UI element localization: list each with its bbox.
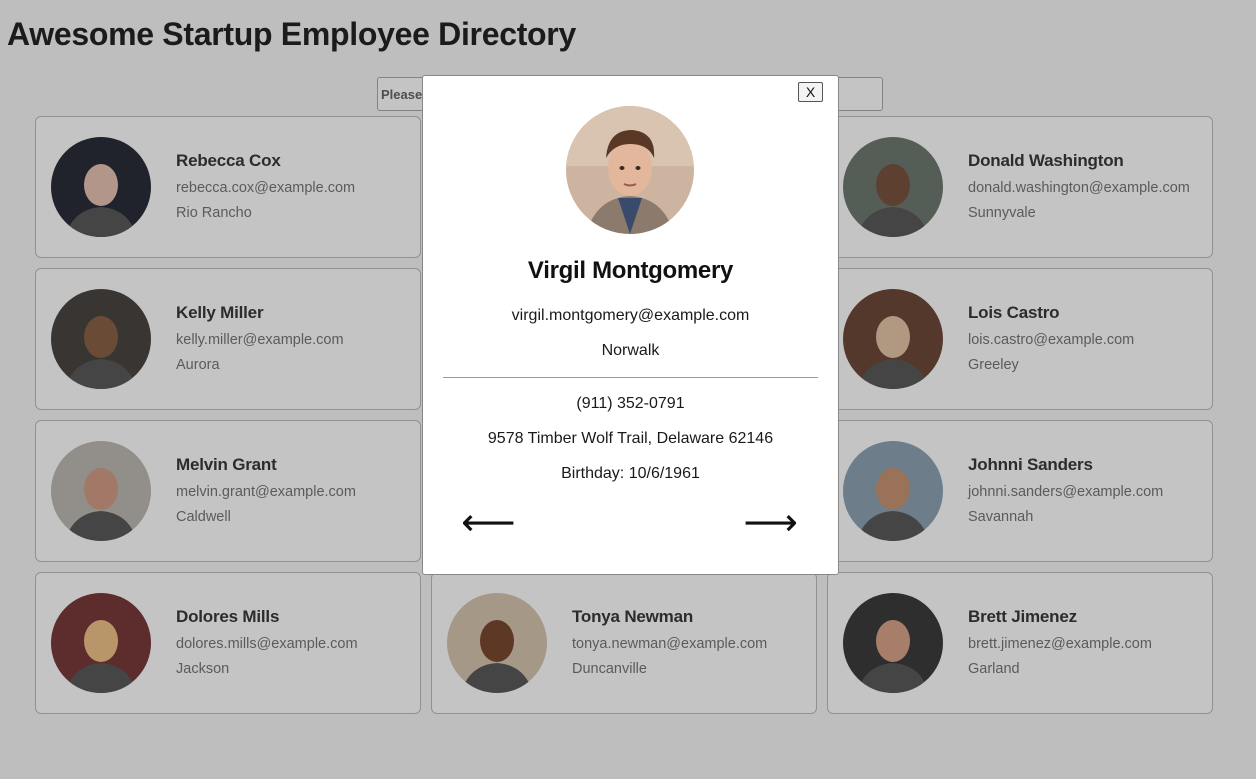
employee-modal: X Virgil Montgomery virgil.montgomery@ex… [422, 75, 839, 575]
prev-arrow-icon[interactable]: ⟵ [461, 503, 515, 541]
modal-city: Norwalk [601, 342, 660, 359]
close-button[interactable]: X [798, 82, 823, 102]
modal-avatar [566, 106, 694, 234]
modal-divider [443, 377, 818, 378]
modal-address: 9578 Timber Wolf Trail, Delaware 62146 [487, 430, 774, 447]
modal-email: virgil.montgomery@example.com [511, 307, 750, 324]
next-arrow-icon[interactable]: ⟶ [744, 503, 798, 541]
person-photo-icon [566, 106, 694, 234]
modal-name: Virgil Montgomery [527, 257, 734, 284]
modal-phone: (911) 352-0791 [576, 395, 685, 412]
modal-birthday: Birthday: 10/6/1961 [561, 465, 700, 482]
